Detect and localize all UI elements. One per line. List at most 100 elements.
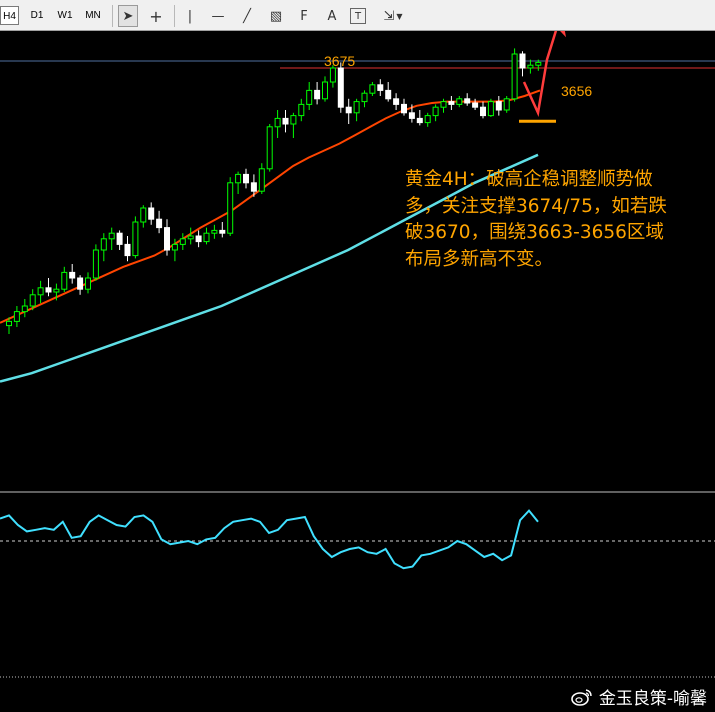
candle-body: [13, 311, 20, 322]
candle-body: [282, 117, 289, 125]
candle: [164, 219, 170, 256]
candle-body: [108, 232, 115, 240]
candle-body: [290, 115, 297, 125]
candle: [211, 224, 218, 239]
candle-body: [258, 168, 265, 192]
candle: [132, 216, 139, 259]
candle: [195, 230, 202, 248]
candle-body: [527, 64, 534, 69]
candle: [179, 233, 186, 250]
candle: [13, 306, 20, 327]
candle-body: [377, 84, 384, 91]
arrow-shapes-icon[interactable]: ⇲ ▼: [378, 5, 408, 27]
timeframe-mn-button[interactable]: MN: [82, 6, 104, 25]
candle-body: [227, 182, 234, 234]
candle: [85, 272, 91, 294]
candle: [416, 110, 423, 126]
vertical-line-icon[interactable]: |: [180, 5, 200, 27]
candle: [61, 266, 68, 292]
candle: [274, 110, 281, 138]
toolbar-separator: [112, 5, 113, 27]
candle-body: [203, 232, 210, 243]
candle: [314, 82, 321, 105]
candle-body: [503, 98, 510, 111]
candle-body: [345, 106, 352, 114]
text-icon[interactable]: A: [322, 5, 342, 27]
weibo-icon: [571, 688, 592, 706]
price-chart[interactable]: [0, 31, 715, 712]
candle-body: [353, 101, 360, 114]
candle-body: [171, 243, 178, 251]
candle: [424, 112, 431, 127]
annotation-line: 黄金4H：破高企稳调整顺势做: [405, 169, 653, 190]
candle: [77, 275, 84, 295]
candle-body: [314, 89, 321, 100]
candle-body: [448, 101, 455, 105]
candle: [148, 202, 155, 225]
candle: [448, 96, 455, 110]
candle-body: [140, 207, 147, 223]
candle-body: [266, 126, 273, 170]
candle: [495, 96, 502, 116]
candle-body: [337, 67, 344, 108]
candle-body: [61, 271, 68, 290]
candle-body: [164, 227, 170, 251]
candle: [361, 90, 368, 108]
candle: [37, 280, 44, 304]
candle: [353, 98, 360, 122]
candle-body: [519, 53, 526, 69]
fibonacci-retracement-icon[interactable]: F: [294, 5, 314, 27]
equidistant-channel-icon[interactable]: ▧: [266, 5, 286, 27]
candle-body: [195, 235, 202, 243]
chevron-down-icon: ▼: [396, 11, 403, 21]
chart-toolbar: H4 D1 W1 MN ➤ + | — ╱ ▧ F A T ⇲ ▼: [0, 0, 715, 31]
candle: [487, 98, 494, 117]
candle: [377, 79, 384, 96]
cursor-icon[interactable]: ➤: [118, 5, 138, 27]
timeframe-d1-button[interactable]: D1: [27, 6, 47, 25]
crosshair-icon[interactable]: +: [146, 5, 166, 27]
candle: [369, 82, 376, 96]
timeframe-w1-button[interactable]: W1: [55, 6, 75, 25]
candle: [21, 299, 28, 318]
timeframe-h4-button[interactable]: H4: [0, 6, 19, 25]
support-label: 3656: [561, 83, 593, 99]
candle-body: [45, 287, 52, 293]
candle: [156, 210, 163, 234]
candle: [456, 96, 463, 108]
candle: [203, 227, 210, 245]
candle-body: [6, 320, 12, 327]
candle-body: [369, 84, 376, 94]
candle-body: [480, 106, 486, 117]
candle-body: [77, 277, 84, 290]
candle-body: [416, 117, 423, 124]
candle: [527, 59, 534, 74]
candle-body: [116, 232, 123, 245]
candle: [108, 227, 115, 250]
candle-body: [298, 103, 305, 117]
candle-body: [432, 106, 439, 117]
candle: [282, 110, 289, 133]
candle-body: [37, 287, 44, 296]
horizontal-line-icon[interactable]: —: [208, 5, 228, 27]
candle-body: [535, 61, 542, 66]
candle: [235, 171, 242, 194]
candle: [219, 222, 226, 238]
watermark-text: 金玉良策-喻馨: [598, 689, 707, 709]
candle: [140, 205, 147, 228]
candle: [69, 264, 76, 284]
candle-body: [322, 81, 328, 100]
annotation-line: 布局多新高不变。: [405, 248, 554, 270]
annotation-line: 破3670，围绕3663-3656区域: [405, 222, 664, 243]
resistance-label: 3675: [324, 53, 356, 69]
candle-body: [219, 229, 226, 234]
text-label-icon[interactable]: T: [350, 8, 366, 24]
candle-body: [187, 235, 194, 240]
candle: [337, 62, 344, 113]
trendline-icon[interactable]: ╱: [237, 5, 257, 27]
candle-body: [393, 98, 400, 105]
watermark: 金玉良策-喻馨: [571, 684, 707, 709]
candle-body: [156, 218, 163, 229]
candle: [116, 230, 123, 250]
candle-body: [100, 238, 107, 251]
